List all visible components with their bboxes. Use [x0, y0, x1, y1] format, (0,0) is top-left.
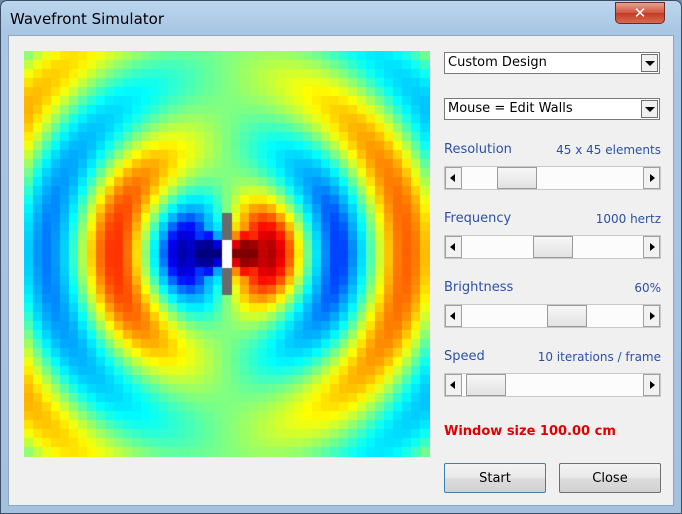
brightness-slider-thumb[interactable]: [547, 305, 587, 327]
resolution-value: 45 x 45 elements: [556, 143, 661, 157]
resolution-label: Resolution: [444, 142, 512, 157]
scroll-left-icon[interactable]: [445, 236, 462, 258]
scroll-right-icon[interactable]: [643, 374, 660, 396]
frequency-slider-thumb[interactable]: [533, 236, 573, 258]
brightness-label: Brightness: [444, 280, 514, 295]
scroll-left-icon[interactable]: [445, 167, 462, 189]
brightness-slider[interactable]: [444, 304, 661, 328]
wavefront-canvas[interactable]: [24, 51, 430, 457]
design-select-value: Custom Design: [448, 55, 547, 70]
chevron-down-icon[interactable]: [641, 100, 658, 118]
frequency-slider[interactable]: [444, 235, 661, 259]
speed-slider-thumb[interactable]: [466, 374, 506, 396]
window-size-status: Window size 100.00 cm: [444, 424, 616, 439]
window-title: Wavefront Simulator: [10, 10, 165, 28]
design-select[interactable]: Custom Design: [444, 52, 660, 74]
speed-value: 10 iterations / frame: [537, 350, 661, 364]
scroll-left-icon[interactable]: [445, 305, 462, 327]
frequency-label: Frequency: [444, 211, 512, 226]
scroll-right-icon[interactable]: [643, 167, 660, 189]
title-bar[interactable]: Wavefront Simulator ✕: [1, 1, 681, 35]
start-button[interactable]: Start: [444, 463, 546, 493]
close-button[interactable]: Close: [559, 463, 661, 493]
dialog-client: Custom Design Mouse = Edit Walls Resolut…: [8, 35, 674, 506]
app-window: Wavefront Simulator ✕ Custom Design Mous…: [0, 0, 682, 514]
brightness-value: 60%: [634, 281, 661, 295]
resolution-slider-thumb[interactable]: [497, 167, 537, 189]
mouse-mode-select[interactable]: Mouse = Edit Walls: [444, 98, 660, 120]
frequency-value: 1000 hertz: [595, 212, 661, 226]
chevron-down-icon[interactable]: [641, 54, 658, 72]
scroll-right-icon[interactable]: [643, 305, 660, 327]
scroll-left-icon[interactable]: [445, 374, 462, 396]
resolution-slider[interactable]: [444, 166, 661, 190]
speed-label: Speed: [444, 349, 485, 364]
window-close-icon[interactable]: ✕: [615, 2, 665, 24]
scroll-right-icon[interactable]: [643, 236, 660, 258]
speed-slider[interactable]: [444, 373, 661, 397]
mouse-mode-value: Mouse = Edit Walls: [448, 101, 573, 116]
